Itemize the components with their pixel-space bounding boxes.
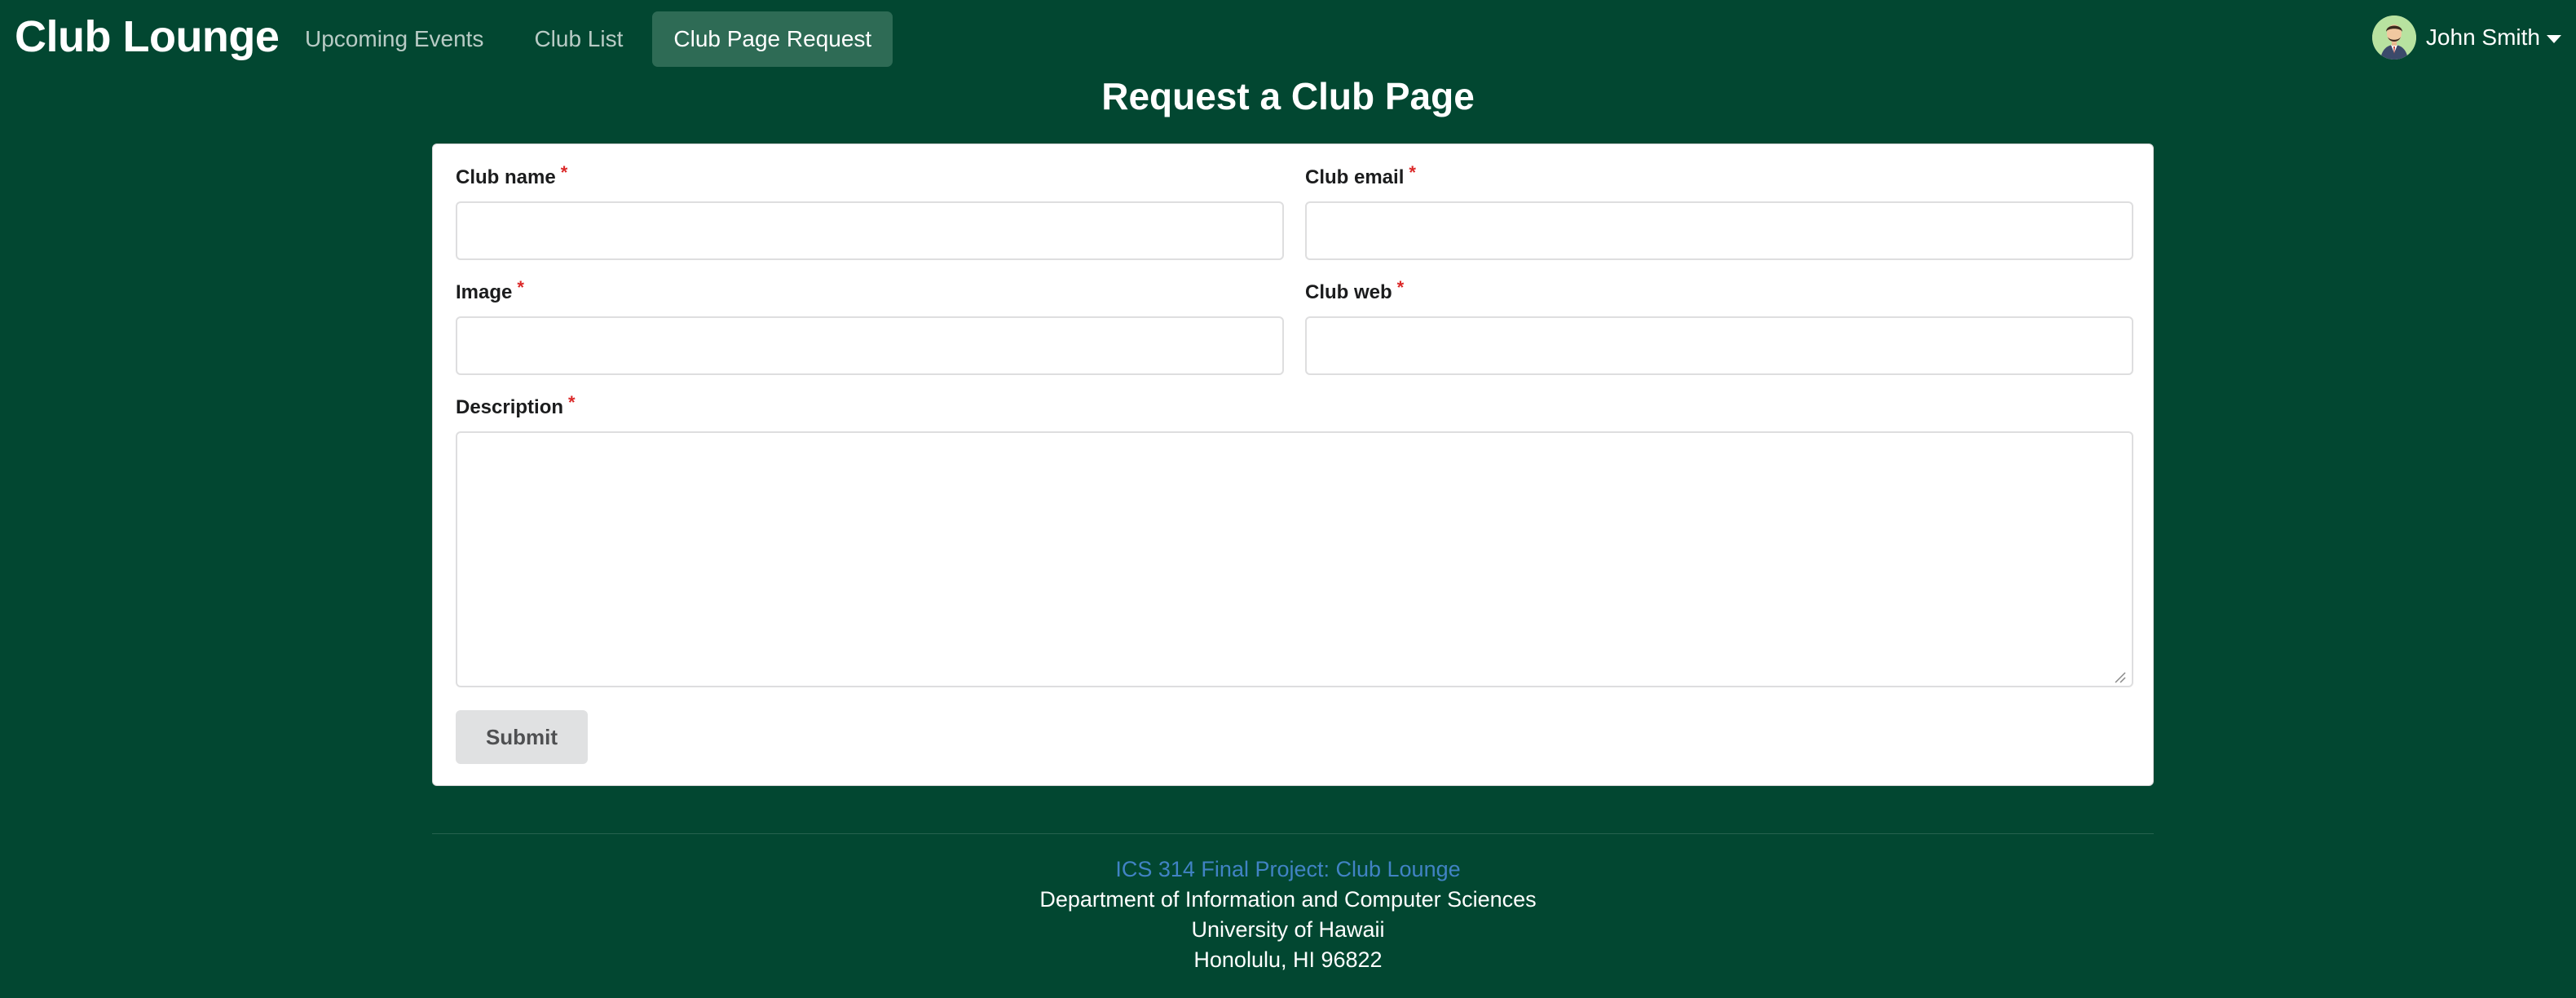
caret-down-icon (2547, 35, 2561, 43)
image-field: Image * (456, 277, 1284, 395)
club-email-input[interactable] (1305, 201, 2133, 260)
club-name-label: Club name * (456, 162, 568, 188)
club-web-input[interactable] (1305, 316, 2133, 375)
user-menu-dropdown[interactable]: John Smith (2371, 15, 2561, 60)
required-marker: * (1409, 162, 1416, 183)
required-marker: * (1396, 277, 1405, 298)
resize-handle-icon[interactable] (2114, 671, 2127, 684)
description-textarea[interactable] (456, 431, 2133, 687)
footer-project-link[interactable]: ICS 314 Final Project: Club Lounge (0, 854, 2576, 885)
description-label: Description * (456, 392, 576, 418)
footer-university: University of Hawaii (1191, 917, 1385, 942)
user-avatar-icon (2371, 15, 2416, 60)
nav-link-club-list[interactable]: Club List (513, 11, 644, 67)
nav-links: Upcoming Events Club List Club Page Requ… (284, 11, 901, 67)
footer: ICS 314 Final Project: Club Lounge Depar… (0, 854, 2576, 975)
brand-logo[interactable]: Club Lounge (15, 8, 280, 65)
club-email-label: Club email * (1305, 162, 1416, 188)
club-name-field: Club name * (456, 162, 1284, 280)
required-marker: * (517, 277, 524, 298)
submit-button[interactable]: Submit (456, 710, 588, 764)
required-marker: * (568, 392, 576, 413)
image-input[interactable] (456, 316, 1284, 375)
footer-divider (432, 833, 2154, 834)
club-web-label: Club web * (1305, 277, 1405, 303)
user-name: John Smith (2425, 24, 2540, 50)
page-title: Request a Club Page (1101, 75, 1475, 117)
description-field: Description * (456, 392, 2133, 691)
top-navbar: Club Lounge Upcoming Events Club List Cl… (0, 0, 2576, 75)
request-form: Club name * Club email * Image * Club web * … (432, 144, 2154, 786)
nav-link-upcoming-events[interactable]: Upcoming Events (284, 11, 505, 67)
nav-link-club-page-request[interactable]: Club Page Request (652, 11, 893, 67)
footer-department: Department of Information and Computer S… (1039, 887, 1537, 912)
club-web-field: Club web * (1305, 277, 2133, 395)
club-name-input[interactable] (456, 201, 1284, 260)
required-marker: * (560, 162, 568, 183)
club-email-field: Club email * (1305, 162, 2133, 280)
image-label: Image * (456, 277, 524, 303)
footer-address: Honolulu, HI 96822 (1193, 947, 1383, 972)
